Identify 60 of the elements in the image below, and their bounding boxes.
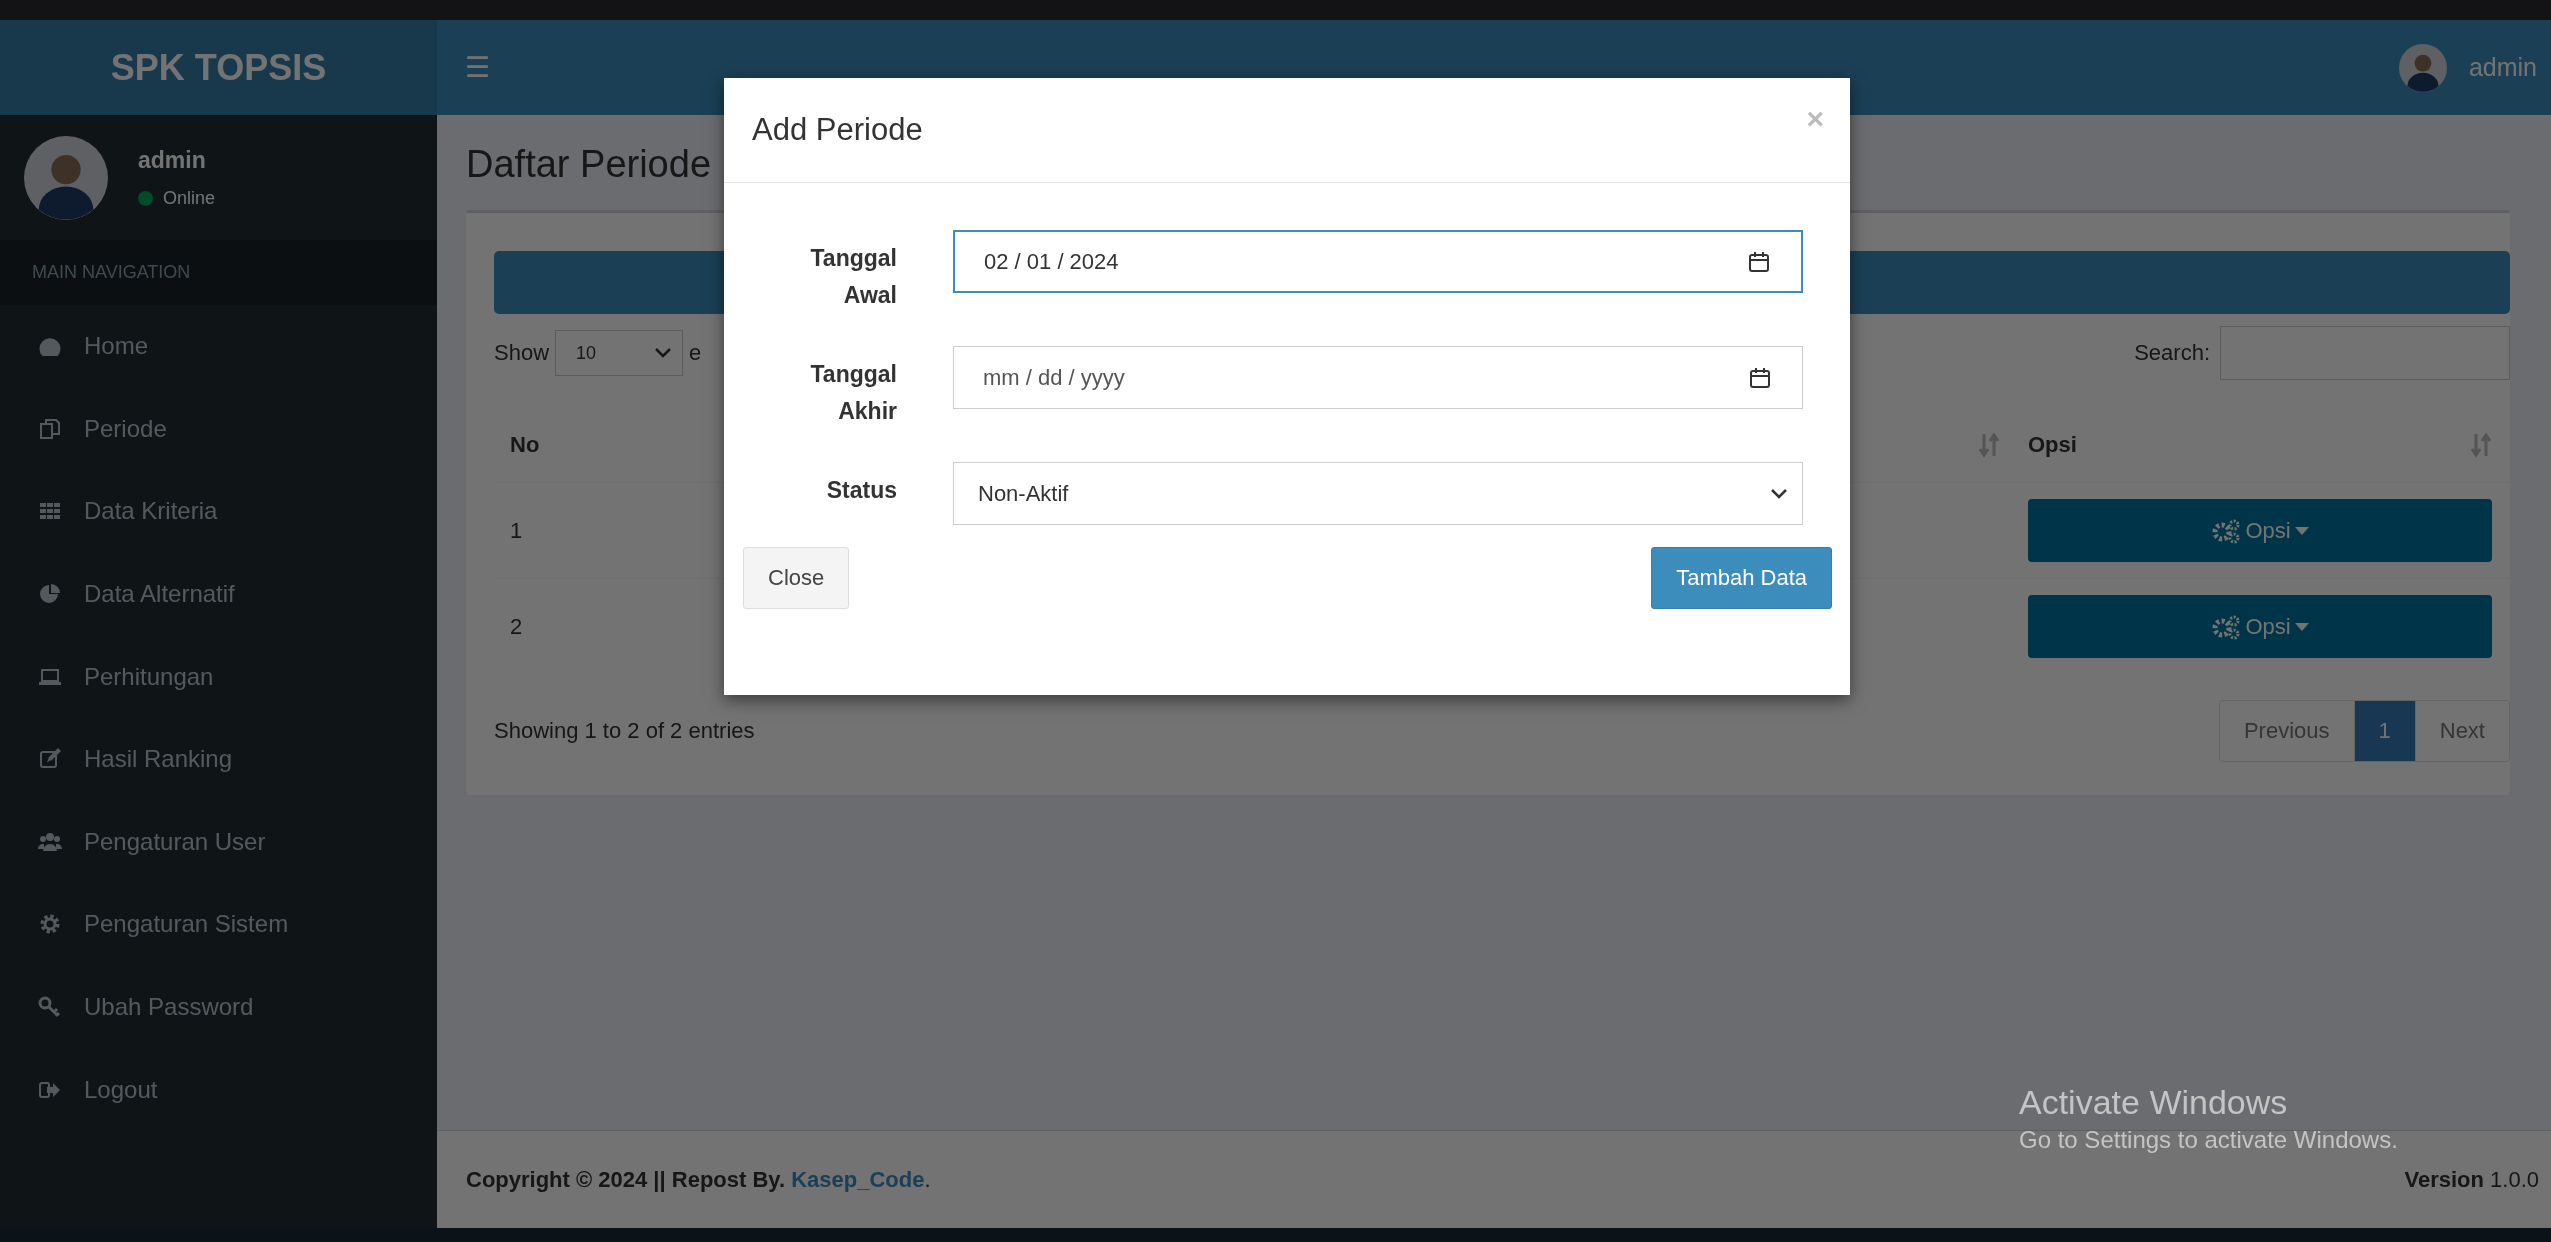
menu-toggle[interactable]: ☰ bbox=[465, 51, 490, 84]
close-icon[interactable]: × bbox=[1806, 102, 1824, 136]
column-header[interactable]: Opsi bbox=[2028, 432, 2077, 458]
options-button[interactable]: Opsi bbox=[2028, 595, 2492, 658]
caret-icon bbox=[2294, 622, 2309, 631]
author-link[interactable]: Kasep_Code bbox=[791, 1166, 925, 1192]
page-title: Daftar Periode bbox=[466, 143, 712, 186]
pagination-button[interactable]: Next bbox=[2414, 701, 2509, 761]
sidebar-item[interactable]: Home bbox=[0, 305, 437, 388]
sort-icon[interactable] bbox=[2470, 432, 2492, 458]
sort-icon[interactable] bbox=[1978, 432, 2000, 458]
options-button[interactable]: Opsi bbox=[2028, 499, 2492, 562]
column-header[interactable]: No bbox=[510, 432, 540, 457]
caret-icon bbox=[2294, 526, 2309, 535]
user-name[interactable]: admin bbox=[2468, 53, 2537, 82]
status-dot bbox=[138, 190, 153, 206]
table-cell-text: 2 bbox=[509, 613, 524, 640]
copy-icon bbox=[38, 416, 62, 441]
sidebar-item[interactable]: Pengaturan Sistem bbox=[0, 883, 437, 966]
submit-button[interactable]: Tambah Data bbox=[1651, 547, 1832, 609]
show-label: Show bbox=[494, 340, 550, 366]
table-info: Showing 1 to 2 of 2 entries bbox=[494, 718, 755, 744]
gears-icon bbox=[2211, 613, 2242, 640]
version-text: Version 1.0.0 bbox=[2404, 1166, 2539, 1193]
sidebar-item[interactable]: Periode bbox=[0, 387, 437, 471]
sidebar-item[interactable]: Ubah Password bbox=[0, 965, 437, 1049]
sidebar-item[interactable]: Logout bbox=[0, 1048, 437, 1131]
avatar-icon bbox=[24, 135, 108, 220]
status-select[interactable]: Non-Aktif bbox=[953, 462, 1803, 525]
field-label: Tanggal Akhir bbox=[809, 360, 897, 426]
gears-icon bbox=[2211, 517, 2242, 544]
entries-label: e bbox=[689, 340, 702, 366]
field-label: Status bbox=[825, 476, 897, 505]
sidebar-item[interactable]: Hasil Ranking bbox=[0, 717, 437, 801]
activation-notice-title: Activate Windows bbox=[2019, 1083, 2289, 1122]
user-name: admin bbox=[138, 146, 207, 174]
activation-notice-text: Go to Settings to activate Windows. bbox=[2019, 1126, 2398, 1154]
date-field[interactable]: 02 / 01 / 2024 bbox=[953, 230, 1803, 293]
pagination-button[interactable]: Previous bbox=[2219, 701, 2354, 761]
sidebar-item[interactable]: Pengaturan User bbox=[0, 800, 437, 884]
sidebar-item[interactable]: Data Alternatif bbox=[0, 552, 437, 636]
modal-title: Add Periode bbox=[752, 112, 924, 148]
pagination-button[interactable]: 1 bbox=[2353, 701, 2415, 761]
key-icon bbox=[38, 995, 62, 1020]
section-header: MAIN NAVIGATION bbox=[0, 240, 437, 305]
sidebar-item[interactable]: Data Kriteria bbox=[0, 470, 437, 553]
avatar-icon bbox=[2398, 43, 2447, 92]
field-label: Tanggal Awal bbox=[809, 244, 897, 310]
user-status: Online bbox=[163, 187, 216, 209]
copyright-text: Copyright © 2024 || Repost By. Kasep_Code. bbox=[466, 1166, 931, 1193]
table-cell-text: 1 bbox=[509, 517, 524, 544]
calendar-icon[interactable] bbox=[1748, 365, 1772, 390]
date-field[interactable]: mm / dd / yyyy bbox=[953, 346, 1803, 409]
chevron-down-icon bbox=[1770, 487, 1788, 500]
search-label: Search: bbox=[2134, 340, 2210, 366]
page-length-select[interactable]: 10 bbox=[555, 330, 684, 376]
chevron-down-icon bbox=[654, 347, 673, 359]
calendar-icon[interactable] bbox=[1747, 249, 1771, 274]
sidebar-item[interactable]: Perhitungan bbox=[0, 635, 437, 718]
close-button[interactable]: Close bbox=[743, 547, 850, 609]
